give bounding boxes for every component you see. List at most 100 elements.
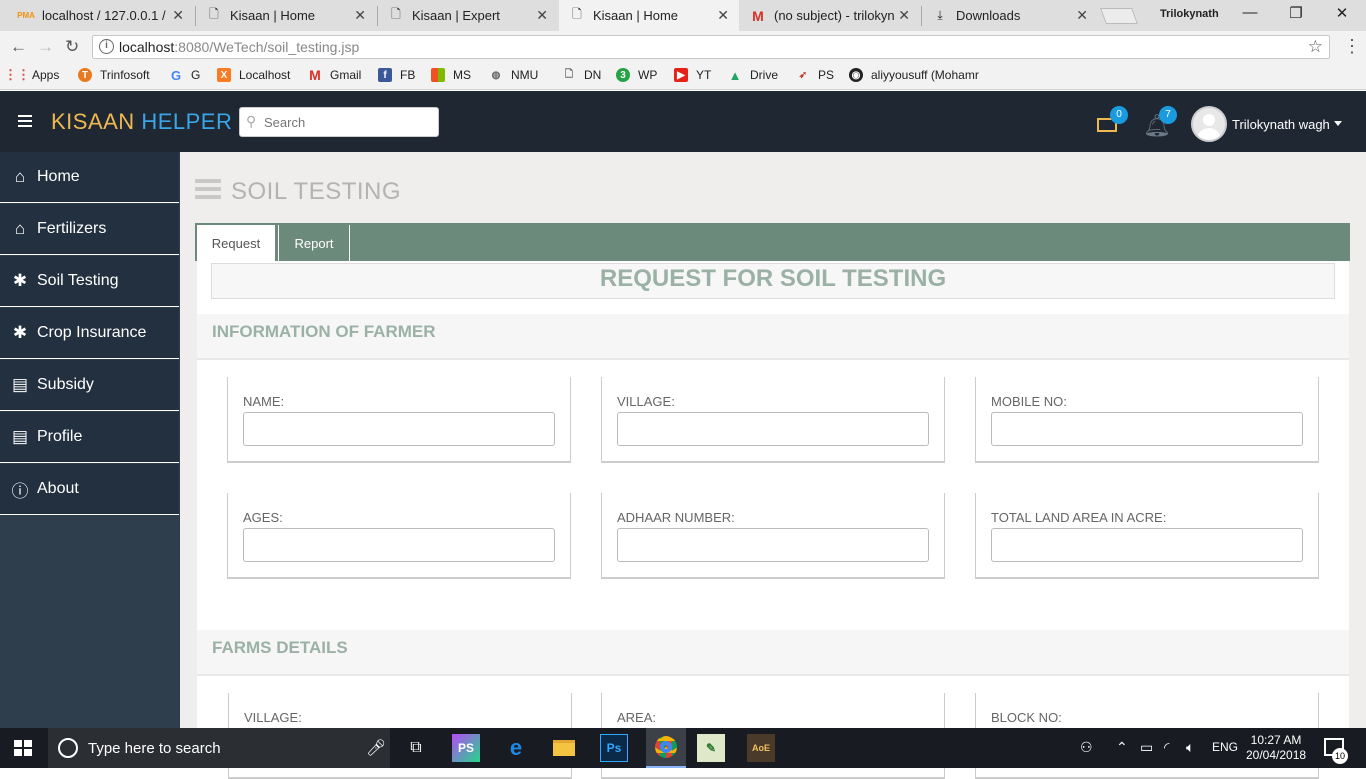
sidebar-item-crop-insurance[interactable]: ✱ Crop Insurance xyxy=(0,308,179,359)
page-title: SOIL TESTING xyxy=(231,178,402,205)
brand-part-1: KISAAN xyxy=(51,109,135,134)
mobile-field[interactable] xyxy=(991,412,1303,446)
back-icon[interactable]: ← xyxy=(10,37,27,57)
volume-icon[interactable]: 🔈︎ xyxy=(1186,739,1194,756)
windows-start-icon[interactable] xyxy=(14,740,32,757)
sidebar-item-label: Home xyxy=(37,168,80,185)
sidebar-item-profile[interactable]: ▤ Profile xyxy=(0,412,179,463)
sidebar-item-subsidy[interactable]: ▤ Subsidy xyxy=(0,360,179,411)
ages-field[interactable] xyxy=(243,528,555,562)
close-icon[interactable]: ✕ xyxy=(172,7,184,24)
bookmark-label: NMU xyxy=(511,68,539,82)
google-icon: G xyxy=(170,67,182,83)
google-drive-icon: ▲ xyxy=(728,67,742,83)
browser-tab[interactable]: M (no subject) - trilokynat ✕ xyxy=(740,0,920,31)
browser-tab[interactable]: 🗋 Kisaan | Expert ✕ xyxy=(378,0,558,31)
adhaar-field[interactable] xyxy=(617,528,929,562)
menu-toggle-icon[interactable] xyxy=(18,115,32,130)
forward-icon[interactable]: → xyxy=(37,37,54,57)
bookmark-ps[interactable]: ➶ PS xyxy=(796,68,834,82)
close-window-icon[interactable]: ✕ xyxy=(1327,4,1357,22)
search-input[interactable] xyxy=(239,107,439,137)
battery-icon[interactable]: ▭ xyxy=(1140,739,1153,756)
adhaar-field-card: ADHAAR NUMBER: xyxy=(601,493,945,579)
form-title: REQUEST FOR SOIL TESTING xyxy=(211,263,1335,299)
browser-profile-name[interactable]: Trilokynath xyxy=(1160,8,1219,20)
taskbar-search[interactable]: Type here to search 🎤︎ xyxy=(48,728,390,768)
page-icon: 🗋 xyxy=(572,7,582,21)
bookmark-google[interactable]: GG xyxy=(169,67,200,83)
bookmark-github[interactable]: ◉ aliyyousuff (Mohamr xyxy=(849,68,979,82)
trinfosoft-icon: T xyxy=(78,68,92,82)
bookmark-apps[interactable]: ⋮⋮ Apps xyxy=(4,67,59,82)
photoshop-icon[interactable]: Ps xyxy=(600,734,628,762)
bookmark-dn[interactable]: 🗋 DN xyxy=(562,68,601,82)
bookmark-wp[interactable]: 3 WP xyxy=(616,68,657,82)
user-name[interactable]: Trilokynath wagh xyxy=(1232,117,1330,132)
land-area-field[interactable] xyxy=(991,528,1303,562)
bookmark-yt[interactable]: ▶ YT xyxy=(674,68,711,82)
bookmark-label: Drive xyxy=(750,68,779,82)
brand-logo[interactable]: KISAAN HELPER xyxy=(51,109,232,135)
language-indicator[interactable]: ENG xyxy=(1212,740,1238,754)
minimize-icon[interactable]: — xyxy=(1235,4,1265,21)
field-label: AREA: xyxy=(617,710,657,725)
browser-tab[interactable]: 🗋 Kisaan | Home ✕ xyxy=(196,0,376,31)
browser-tab[interactable]: ⤓ Downloads ✕ xyxy=(922,0,1098,31)
bookmark-trinfosoft[interactable]: T Trinfosoft xyxy=(78,68,150,82)
close-icon[interactable]: ✕ xyxy=(1076,7,1088,24)
edge-icon[interactable]: e xyxy=(502,734,530,762)
close-icon[interactable]: ✕ xyxy=(717,7,729,24)
browser-menu-icon[interactable]: ⋮ xyxy=(1343,36,1361,57)
wifi-icon[interactable]: ◜ xyxy=(1164,739,1169,756)
bookmark-label: DN xyxy=(584,68,602,82)
name-field[interactable] xyxy=(243,412,555,446)
clock[interactable]: 10:27 AM 20/04/2018 xyxy=(1246,733,1306,763)
bookmark-star-icon[interactable]: ☆ xyxy=(1308,36,1323,58)
tab-request[interactable]: Request xyxy=(197,225,275,261)
restore-icon[interactable]: ❐ xyxy=(1281,4,1311,22)
sidebar-item-fertilizers[interactable]: ⌂ Fertilizers xyxy=(0,204,179,255)
new-tab-button[interactable] xyxy=(1100,8,1138,24)
chevron-up-icon[interactable]: ⌃ xyxy=(1116,739,1128,756)
bookmark-ms[interactable]: MS xyxy=(431,68,471,82)
close-icon[interactable]: ✕ xyxy=(354,7,366,24)
microsoft-icon xyxy=(431,68,445,82)
bookmark-localhost[interactable]: X Localhost xyxy=(217,68,290,82)
taskbar-search-text: Type here to search xyxy=(88,740,221,757)
microphone-icon[interactable]: 🎤︎ xyxy=(366,738,386,758)
field-label: VILLAGE: xyxy=(244,710,302,725)
browser-tab-active[interactable]: 🗋 Kisaan | Home ✕ xyxy=(559,0,739,31)
close-icon[interactable]: ✕ xyxy=(536,7,548,24)
url-host: localhost xyxy=(119,39,175,55)
sidebar-item-home[interactable]: ⌂ Home xyxy=(0,152,179,203)
bookmark-fb[interactable]: f FB xyxy=(378,68,415,82)
search-icon: ⚲ xyxy=(246,113,257,129)
game-icon[interactable]: AoE xyxy=(747,734,775,762)
file-explorer-icon[interactable] xyxy=(550,734,578,762)
chrome-icon[interactable] xyxy=(646,728,686,768)
browser-tab-title: localhost / 127.0.0.1 / k xyxy=(42,8,168,23)
bookmark-drive[interactable]: ▲ Drive xyxy=(728,67,779,83)
people-icon[interactable]: ⚇ xyxy=(1080,739,1093,756)
notepad-icon[interactable]: ✎ xyxy=(697,734,725,762)
sidebar-item-about[interactable]: ⓘ About xyxy=(0,464,179,515)
field-label: ADHAAR NUMBER: xyxy=(617,510,735,525)
mobile-field-card: MOBILE NO: xyxy=(975,377,1319,463)
info-icon[interactable]: i xyxy=(99,39,114,54)
tab-report[interactable]: Report xyxy=(278,225,350,261)
sidebar-item-label: About xyxy=(37,480,79,497)
browser-tab[interactable]: PMA localhost / 127.0.0.1 / k ✕ xyxy=(8,0,194,31)
bookmark-nmu[interactable]: ◍ NMU xyxy=(489,68,539,82)
address-bar[interactable]: i localhost:8080/WeTech/soil_testing.jsp… xyxy=(92,35,1330,59)
bookmark-label: FB xyxy=(400,68,416,82)
task-view-icon[interactable]: ⧉ xyxy=(402,734,430,762)
reload-icon[interactable]: ↻ xyxy=(65,37,79,57)
bookmark-gmail[interactable]: M Gmail xyxy=(308,67,361,83)
village-field[interactable] xyxy=(617,412,929,446)
chevron-down-icon[interactable] xyxy=(1334,121,1342,126)
sidebar-item-soil-testing[interactable]: ✱ Soil Testing xyxy=(0,256,179,307)
phpstorm-icon[interactable]: PS xyxy=(452,734,480,762)
close-icon[interactable]: ✕ xyxy=(898,7,910,24)
avatar[interactable] xyxy=(1191,106,1227,142)
